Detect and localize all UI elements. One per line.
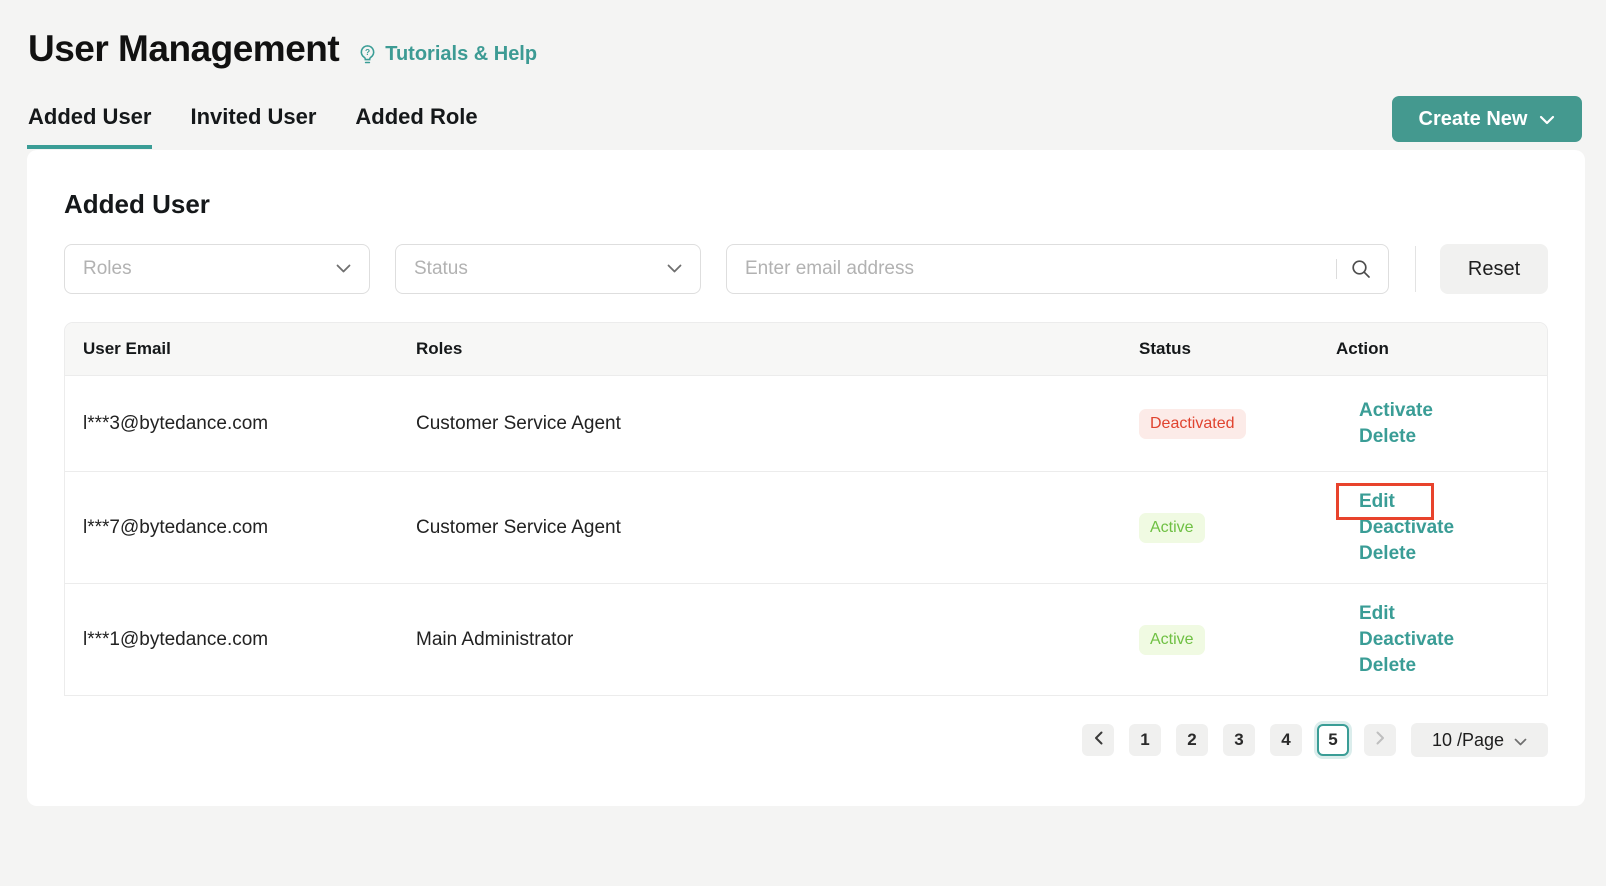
tabs-row: Added User Invited User Added Role Creat… <box>27 96 1582 150</box>
user-email-cell: l***7@bytedance.com <box>83 516 269 538</box>
user-actions-cell: Activate Delete <box>1336 398 1547 450</box>
tab-bar: Added User Invited User Added Role <box>27 98 479 149</box>
deactivate-link[interactable]: Deactivate <box>1359 627 1547 653</box>
table-row: l***7@bytedance.com Customer Service Age… <box>65 471 1547 583</box>
tab-added-user[interactable]: Added User <box>27 98 153 149</box>
user-role-cell: Main Administrator <box>416 628 574 650</box>
tab-invited-user[interactable]: Invited User <box>189 98 317 149</box>
column-header-status: Status <box>1139 339 1191 358</box>
user-actions-cell: Edit Deactivate Delete <box>1336 482 1547 567</box>
tab-added-role[interactable]: Added Role <box>354 98 478 149</box>
chevron-down-icon <box>1539 108 1555 131</box>
added-user-panel: Added User Roles Status Enter email addr… <box>27 150 1585 806</box>
table-row: l***3@bytedance.com Customer Service Age… <box>65 375 1547 471</box>
edit-link[interactable]: Edit <box>1359 601 1547 627</box>
activate-link[interactable]: Activate <box>1359 398 1547 424</box>
chevron-down-icon <box>667 260 682 278</box>
page-size-label: 10 /Page <box>1431 729 1505 750</box>
tutorials-help-label: Tutorials & Help <box>385 42 538 65</box>
create-new-label: Create New <box>1418 107 1528 130</box>
deactivate-link[interactable]: Deactivate <box>1359 515 1547 541</box>
email-search-field <box>726 244 1389 294</box>
page-size-select[interactable]: 10 /Page <box>1411 723 1548 757</box>
tutorials-help-link[interactable]: ? Tutorials & Help <box>357 43 537 66</box>
users-table: User Email Roles Status Action l***3@byt… <box>64 322 1548 696</box>
column-header-roles: Roles <box>416 339 463 358</box>
table-row: l***1@bytedance.com Main Administrator A… <box>65 583 1547 695</box>
panel-heading: Added User <box>64 189 210 219</box>
column-header-action: Action <box>1336 339 1389 358</box>
edit-link[interactable]: Edit <box>1359 489 1547 515</box>
delete-link[interactable]: Delete <box>1359 424 1547 450</box>
column-header-user-email: User Email <box>83 339 171 358</box>
user-status-cell: Active <box>1139 624 1336 655</box>
delete-link[interactable]: Delete <box>1359 541 1547 567</box>
input-divider <box>1336 259 1337 279</box>
chevron-down-icon <box>336 260 351 278</box>
page-button-5-active[interactable]: 5 <box>1317 724 1349 756</box>
table-header-row: User Email Roles Status Action <box>65 323 1547 375</box>
filter-bar: Roles Status Reset <box>64 244 1548 294</box>
chevron-down-icon <box>1514 730 1527 751</box>
user-actions-cell: Edit Deactivate Delete <box>1336 601 1547 679</box>
lightbulb-question-icon: ? <box>357 44 378 65</box>
user-management-page: User Management ? Tutorials & Help Added… <box>0 0 1606 886</box>
status-filter-placeholder: Status <box>414 258 468 279</box>
reset-button[interactable]: Reset <box>1440 244 1548 294</box>
status-badge: Active <box>1139 624 1205 655</box>
user-role-cell: Customer Service Agent <box>416 516 621 538</box>
roles-filter-placeholder: Roles <box>83 258 132 279</box>
page-button-2[interactable]: 2 <box>1176 724 1208 756</box>
chevron-right-icon <box>1376 730 1385 750</box>
user-status-cell: Deactivated <box>1139 408 1336 439</box>
user-status-cell: Active <box>1139 512 1336 543</box>
previous-page-button[interactable] <box>1082 724 1114 756</box>
user-email-cell: l***3@bytedance.com <box>83 412 269 434</box>
status-badge: Deactivated <box>1139 408 1246 439</box>
delete-link[interactable]: Delete <box>1359 653 1547 679</box>
pagination: 1 2 3 4 5 10 /Page <box>64 723 1548 757</box>
vertical-divider <box>1415 246 1416 292</box>
roles-filter-select[interactable]: Roles <box>64 244 370 294</box>
create-new-button[interactable]: Create New <box>1392 96 1582 142</box>
page-button-1[interactable]: 1 <box>1129 724 1161 756</box>
user-email-cell: l***1@bytedance.com <box>83 628 269 650</box>
next-page-button[interactable] <box>1364 724 1396 756</box>
chevron-left-icon <box>1094 730 1103 750</box>
status-badge: Active <box>1139 512 1205 543</box>
page-title: User Management <box>28 28 340 69</box>
status-filter-select[interactable]: Status <box>395 244 701 294</box>
page-header: User Management ? Tutorials & Help <box>27 28 1582 70</box>
page-button-3[interactable]: 3 <box>1223 724 1255 756</box>
email-search-input[interactable] <box>745 258 1336 280</box>
page-button-4[interactable]: 4 <box>1270 724 1302 756</box>
user-role-cell: Customer Service Agent <box>416 412 621 434</box>
svg-text:?: ? <box>365 47 370 57</box>
search-icon[interactable] <box>1350 258 1372 280</box>
